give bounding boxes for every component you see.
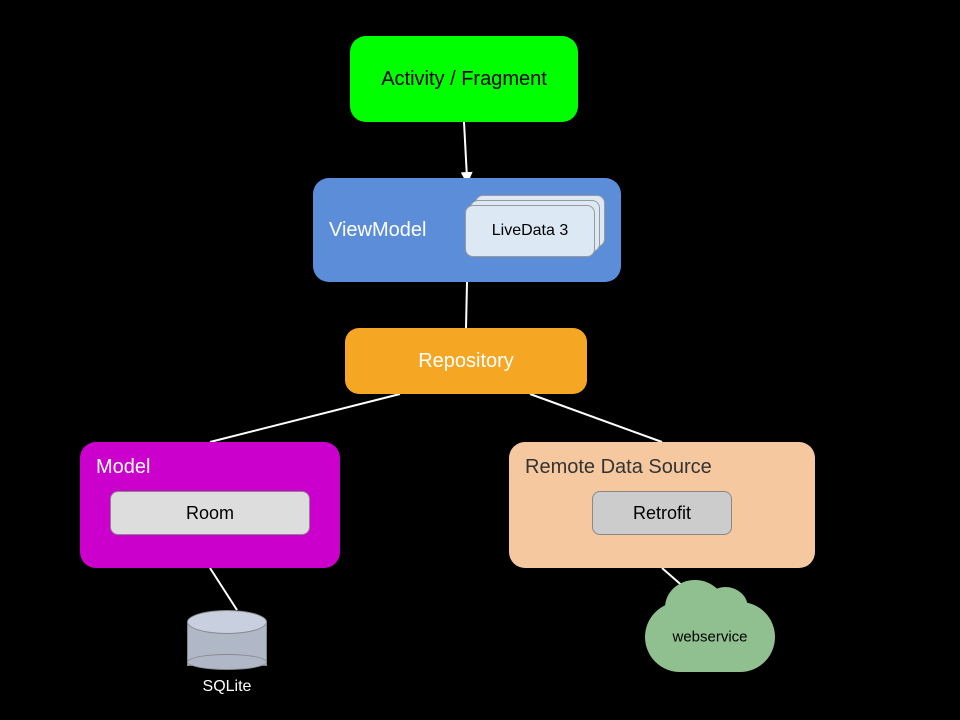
activity-fragment-label: Activity / Fragment	[381, 68, 547, 91]
sqlite-cylinder	[187, 610, 267, 670]
room-card: Room	[110, 491, 310, 535]
retrofit-card: Retrofit	[592, 491, 732, 535]
webservice-label: webservice	[672, 629, 747, 646]
repository-label: Repository	[418, 350, 514, 373]
activity-fragment-box: Activity / Fragment	[350, 36, 578, 122]
retrofit-label: Retrofit	[633, 503, 691, 524]
webservice-cloud: webservice	[645, 602, 775, 672]
sqlite-container: SQLite	[187, 610, 267, 696]
remote-data-source-box: Remote Data Source Retrofit	[509, 442, 815, 568]
webservice-container: webservice	[645, 602, 775, 672]
remote-data-source-label: Remote Data Source	[525, 456, 712, 479]
model-box: Model Room	[80, 442, 340, 568]
viewmodel-box: ViewModel LiveData 3	[313, 178, 621, 282]
sqlite-label: SQLite	[203, 678, 252, 696]
livedata-label: LiveData 3	[492, 222, 569, 240]
viewmodel-label: ViewModel	[329, 219, 426, 242]
livedata-stack: LiveData 3	[465, 195, 605, 265]
cloud-shape: webservice	[645, 602, 775, 672]
livedata-card-front: LiveData 3	[465, 205, 595, 257]
repository-box: Repository	[345, 328, 587, 394]
diagram-container: Activity / Fragment ViewModel LiveData 3…	[0, 0, 960, 720]
cylinder-bottom	[187, 654, 267, 670]
cylinder-top	[187, 610, 267, 634]
room-label: Room	[186, 503, 234, 524]
model-label: Model	[96, 456, 150, 479]
